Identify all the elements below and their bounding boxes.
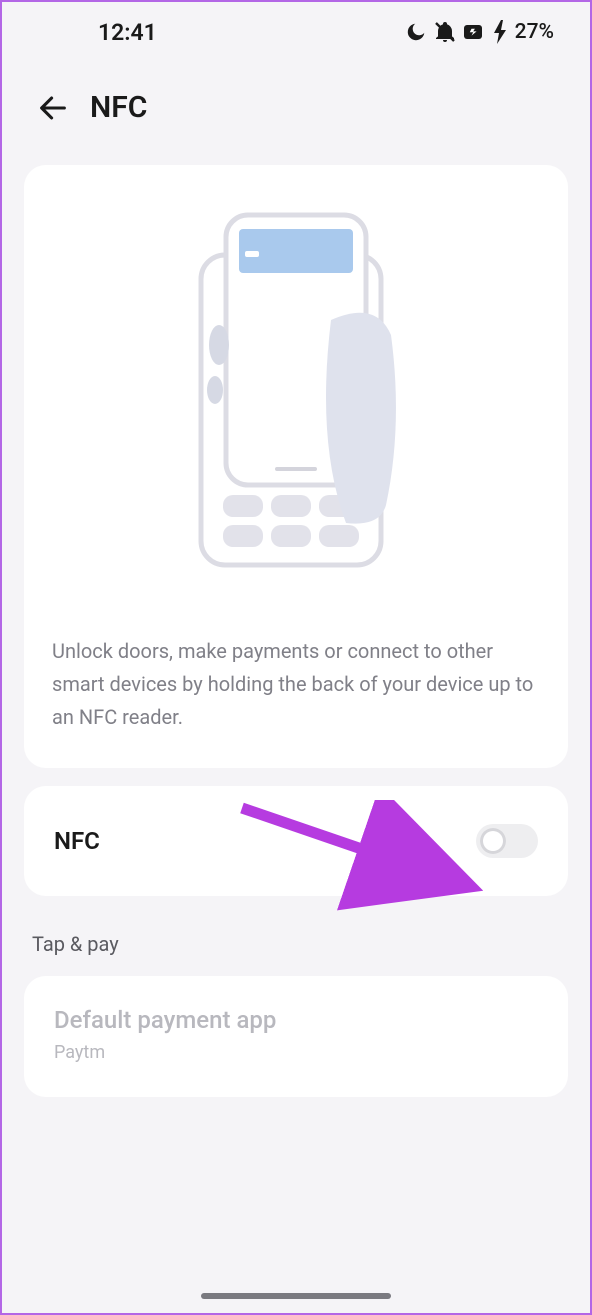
nfc-toggle-switch[interactable] [476,824,538,858]
status-bar: 12:41 27% [2,2,590,58]
nfc-toggle-label: NFC [54,827,100,855]
home-indicator[interactable] [201,1293,391,1299]
default-payment-title: Default payment app [54,1006,538,1034]
back-button[interactable] [36,91,70,125]
page-title: NFC [90,90,147,125]
nfc-illustration [52,195,540,585]
moon-icon [405,21,427,43]
status-time: 12:41 [38,19,157,46]
default-payment-value: Paytm [54,1042,538,1063]
toggle-knob [480,828,506,854]
battery-saver-icon [463,22,487,42]
section-tap-pay: Tap & pay [24,914,568,958]
info-description: Unlock doors, make payments or connect t… [52,635,540,734]
battery-percentage: 27% [515,20,554,44]
charging-icon [493,20,509,44]
bell-off-icon [433,20,457,44]
status-right: 27% [405,20,554,44]
arrow-left-icon [36,91,70,125]
page-header: NFC [2,58,590,165]
default-payment-row[interactable]: Default payment app Paytm [24,976,568,1097]
info-card: Unlock doors, make payments or connect t… [24,165,568,768]
nfc-toggle-row[interactable]: NFC [24,786,568,896]
